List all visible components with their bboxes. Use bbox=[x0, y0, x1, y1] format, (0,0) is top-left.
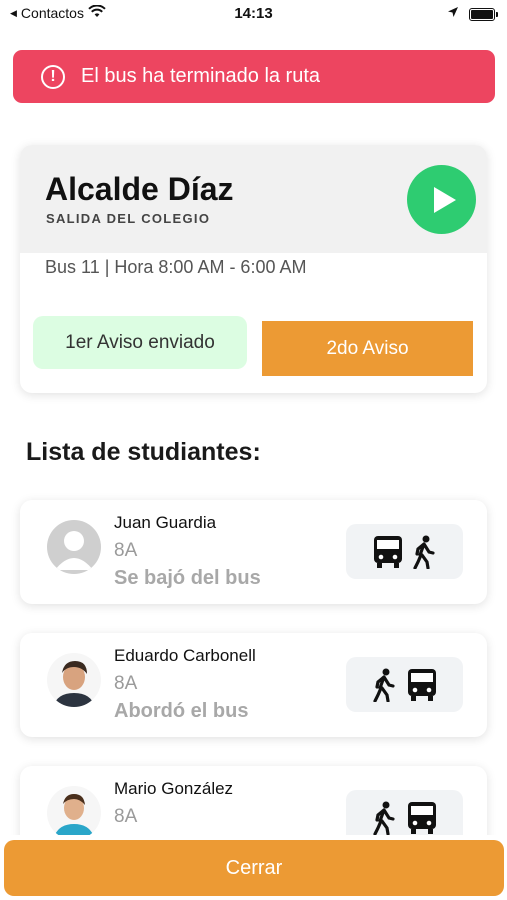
student-status: Se bajó del bus bbox=[114, 567, 261, 589]
route-header: Alcalde Díaz SALIDA DEL COLEGIO bbox=[20, 145, 487, 253]
avatar bbox=[47, 653, 101, 707]
scroll-content: ◀ Contactos 14:13 ! El bus ha terminado … bbox=[0, 0, 507, 835]
student-name: Juan Guardia bbox=[114, 513, 217, 532]
route-subtitle: SALIDA DEL COLEGIO bbox=[46, 211, 211, 226]
route-info: Bus 11 | Hora 8:00 AM - 6:00 AM bbox=[45, 257, 307, 277]
avatar bbox=[47, 786, 101, 835]
route-finished-alert: ! El bus ha terminado la ruta bbox=[13, 50, 495, 103]
student-name: Eduardo Carbonell bbox=[114, 646, 256, 665]
first-notice-status: 1er Aviso enviado bbox=[33, 316, 247, 369]
alert-icon: ! bbox=[41, 64, 65, 89]
students-list-title: Lista de studiantes: bbox=[26, 438, 261, 466]
status-bar: ◀ Contactos 14:13 bbox=[0, 0, 507, 28]
student-status: Abordó el bus bbox=[114, 700, 249, 722]
student-card[interactable]: Mario González 8A bbox=[20, 766, 487, 835]
walk-icon[interactable] bbox=[412, 535, 437, 569]
walk-icon[interactable] bbox=[372, 801, 397, 835]
play-button[interactable] bbox=[407, 165, 476, 234]
location-arrow-icon bbox=[447, 5, 459, 23]
route-card: Alcalde Díaz SALIDA DEL COLEGIO Bus 11 |… bbox=[20, 145, 487, 393]
student-card[interactable]: Juan Guardia 8A Se bajó del bus bbox=[20, 500, 487, 604]
bus-icon[interactable] bbox=[373, 535, 403, 569]
close-button[interactable]: Cerrar bbox=[4, 840, 504, 896]
bus-icon[interactable] bbox=[407, 801, 437, 835]
clock: 14:13 bbox=[234, 5, 273, 22]
second-notice-button[interactable]: 2do Aviso bbox=[262, 321, 473, 376]
student-actions bbox=[346, 657, 463, 712]
student-grade: 8A bbox=[114, 806, 138, 827]
route-title: Alcalde Díaz bbox=[45, 171, 234, 207]
student-name: Mario González bbox=[114, 779, 234, 798]
student-actions bbox=[346, 790, 463, 835]
student-grade: 8A bbox=[114, 540, 138, 561]
bus-icon[interactable] bbox=[407, 668, 437, 702]
student-card[interactable]: Eduardo Carbonell 8A Abordó el bus bbox=[20, 633, 487, 737]
walk-icon[interactable] bbox=[372, 668, 397, 702]
alert-message: El bus ha terminado la ruta bbox=[81, 65, 321, 87]
battery-icon bbox=[469, 7, 498, 21]
student-grade: 8A bbox=[114, 673, 138, 694]
avatar bbox=[47, 520, 101, 574]
student-actions bbox=[346, 524, 463, 579]
